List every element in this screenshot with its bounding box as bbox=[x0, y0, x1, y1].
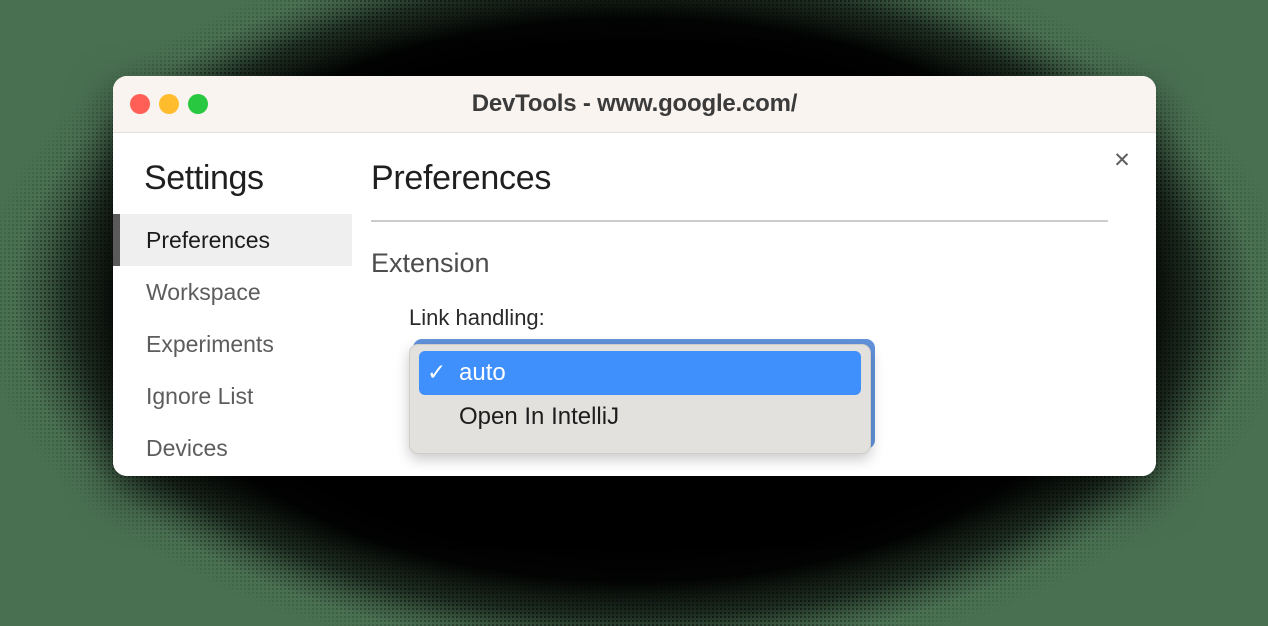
link-handling-field: Link handling: ✓ auto Open In IntelliJ bbox=[371, 305, 1128, 459]
section-heading-extension: Extension bbox=[371, 248, 490, 278]
sidebar-item-devices[interactable]: Devices bbox=[113, 422, 352, 474]
settings-sidebar: Settings Preferences Workspace Experimen… bbox=[113, 133, 352, 476]
sidebar-item-ignore-list[interactable]: Ignore List bbox=[113, 370, 352, 422]
screen-backdrop: DevTools - www.google.com/ ✕ Settings Pr… bbox=[0, 0, 1268, 626]
sidebar-item-label: Experiments bbox=[146, 330, 274, 357]
window-body: ✕ Settings Preferences Workspace Experim… bbox=[113, 133, 1156, 476]
close-window-button[interactable] bbox=[130, 94, 150, 114]
link-handling-dropdown-popup[interactable]: ✓ auto Open In IntelliJ bbox=[409, 344, 871, 454]
window-titlebar: DevTools - www.google.com/ bbox=[113, 76, 1156, 133]
dropdown-option-label: Open In IntelliJ bbox=[459, 403, 620, 430]
sidebar-item-label: Ignore List bbox=[146, 382, 254, 409]
dropdown-option-open-in-intellij[interactable]: Open In IntelliJ bbox=[419, 395, 861, 439]
page-title: Preferences bbox=[371, 159, 552, 197]
sidebar-item-label: Workspace bbox=[146, 278, 261, 305]
link-handling-select-area: ✓ auto Open In IntelliJ bbox=[409, 339, 1128, 459]
minimize-window-button[interactable] bbox=[159, 94, 179, 114]
window-title: DevTools - www.google.com/ bbox=[471, 90, 798, 117]
checkmark-icon: ✓ bbox=[427, 359, 447, 386]
dropdown-option-label: auto bbox=[459, 359, 506, 386]
preferences-panel: Preferences Extension Link handling: ✓ a… bbox=[352, 133, 1156, 476]
link-handling-label: Link handling: bbox=[409, 305, 545, 330]
traffic-light-group bbox=[130, 76, 208, 132]
title-divider bbox=[371, 220, 1108, 222]
dropdown-option-auto[interactable]: ✓ auto bbox=[419, 351, 861, 395]
close-icon[interactable]: ✕ bbox=[1108, 146, 1136, 174]
sidebar-item-label: Devices bbox=[146, 434, 228, 461]
sidebar-item-experiments[interactable]: Experiments bbox=[113, 318, 352, 370]
devtools-window: DevTools - www.google.com/ ✕ Settings Pr… bbox=[113, 76, 1156, 476]
sidebar-item-label: Preferences bbox=[146, 226, 271, 253]
sidebar-heading: Settings bbox=[144, 159, 264, 197]
sidebar-item-preferences[interactable]: Preferences bbox=[113, 214, 352, 266]
sidebar-item-workspace[interactable]: Workspace bbox=[113, 266, 352, 318]
sidebar-list: Preferences Workspace Experiments Ignore… bbox=[113, 214, 352, 474]
zoom-window-button[interactable] bbox=[188, 94, 208, 114]
